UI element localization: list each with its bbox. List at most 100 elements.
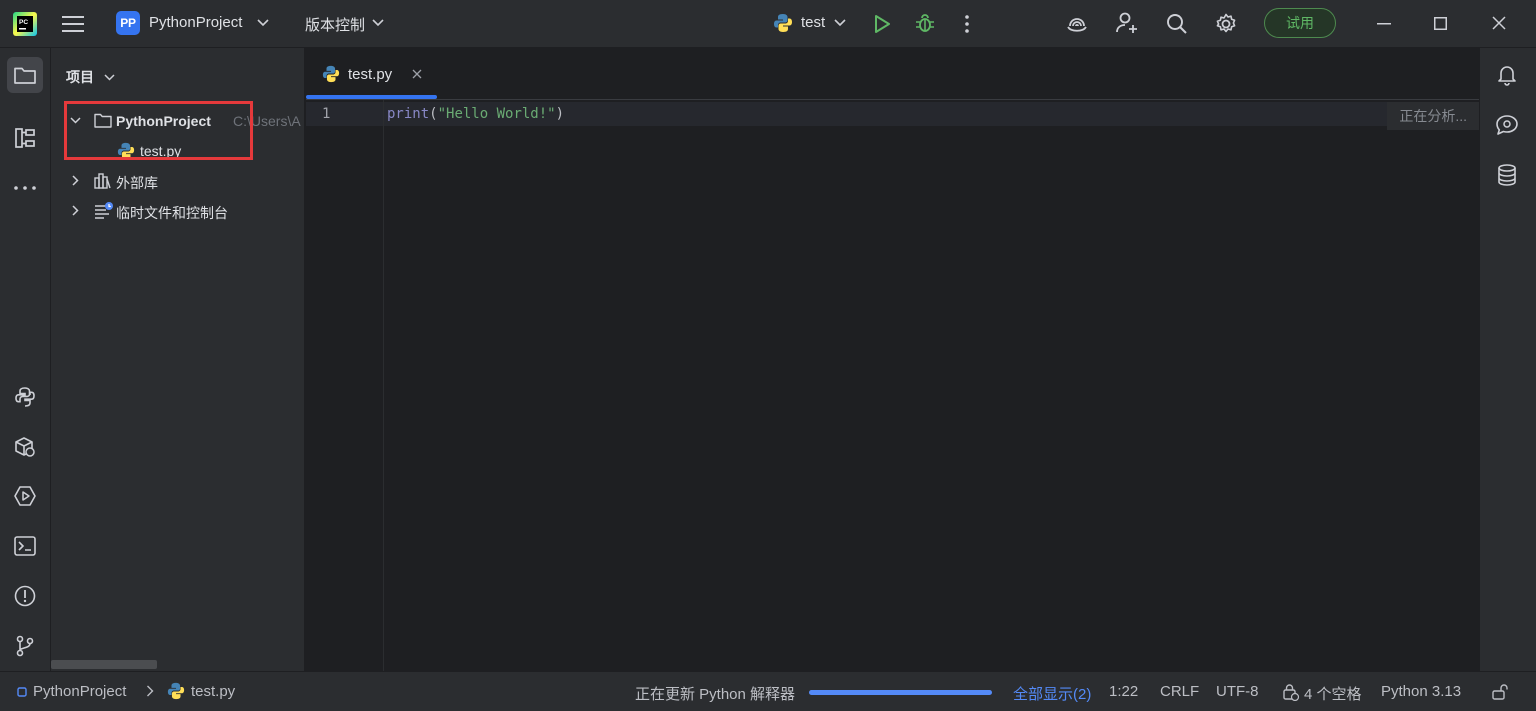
chevron-down-icon[interactable]: [70, 115, 81, 126]
python-console-tool-button[interactable]: [7, 379, 43, 415]
terminal-tool-button[interactable]: [7, 528, 43, 564]
project-switcher[interactable]: PythonProject: [149, 14, 242, 31]
python-file-icon: [322, 65, 340, 83]
structure-icon: [14, 127, 36, 149]
vcs-menu[interactable]: 版本控制: [305, 14, 365, 35]
tree-external-libs-label: 外部库: [116, 175, 158, 191]
status-bar: PythonProject test.py 正在更新 Python 解释器 全部…: [0, 671, 1536, 711]
scratches-icon: [94, 201, 114, 219]
line-number: 1: [322, 106, 331, 122]
python-console-icon: [14, 386, 36, 408]
python-interpreter[interactable]: Python 3.13: [1381, 683, 1461, 700]
breadcrumb-project[interactable]: PythonProject: [33, 683, 126, 700]
search-icon[interactable]: [1164, 11, 1190, 37]
python-file-icon: [117, 142, 135, 160]
more-vertical-icon[interactable]: [957, 12, 977, 36]
ai-chat-button[interactable]: [1491, 109, 1523, 141]
terminal-icon: [14, 536, 36, 556]
library-icon: [94, 173, 112, 189]
breadcrumb-file[interactable]: test.py: [191, 683, 235, 700]
code-line[interactable]: print("Hello World!"): [387, 106, 564, 122]
ai-chat-icon: [1495, 114, 1519, 136]
minimize-icon[interactable]: [1374, 14, 1394, 34]
run-icon[interactable]: [870, 12, 894, 36]
gear-icon[interactable]: [1213, 11, 1239, 37]
left-tool-strip: [0, 48, 51, 671]
horizontal-scrollbar[interactable]: [51, 660, 157, 669]
hamburger-menu-icon[interactable]: [60, 12, 86, 36]
services-tool-button[interactable]: [7, 478, 43, 514]
chevron-down-icon[interactable]: [371, 16, 385, 30]
problems-tool-button[interactable]: [7, 578, 43, 614]
code-open-paren: (: [429, 106, 438, 122]
close-window-icon[interactable]: [1489, 13, 1509, 33]
tree-root-path: C:\Users\A: [233, 113, 301, 129]
python-file-icon: [772, 12, 794, 34]
chevron-right-icon[interactable]: [70, 175, 81, 186]
folder-icon: [94, 113, 112, 128]
module-icon: [17, 687, 27, 697]
python-file-icon: [167, 682, 185, 700]
chevron-down-icon[interactable]: [256, 16, 270, 30]
svg-text:PC: PC: [19, 19, 28, 26]
tree-row-project-root[interactable]: PythonProject C:\Users\A: [51, 107, 304, 135]
editor-area: test.py 1 print("Hello World!") 正在分析...: [306, 48, 1479, 671]
packages-icon: [14, 436, 36, 458]
editor-tab-test-py[interactable]: test.py: [306, 48, 437, 100]
code-with-me-icon[interactable]: [1114, 10, 1140, 36]
editor-tab-label: test.py: [348, 66, 393, 83]
chevron-right-icon[interactable]: [70, 205, 81, 216]
tree-scratches-label: 临时文件和控制台: [116, 205, 228, 221]
debug-icon[interactable]: [913, 11, 937, 35]
chevron-down-icon[interactable]: [833, 16, 847, 30]
structure-tool-button[interactable]: [7, 120, 43, 156]
tree-row-external-libraries[interactable]: 外部库: [51, 167, 304, 195]
line-separator[interactable]: CRLF: [1160, 683, 1199, 700]
tree-row-scratches[interactable]: 临时文件和控制台: [51, 197, 304, 225]
bell-icon: [1497, 64, 1517, 86]
services-icon: [14, 485, 36, 507]
line-number-gutter[interactable]: [306, 100, 384, 671]
project-panel-header[interactable]: 项目: [66, 67, 115, 87]
title-bar: PC PP PythonProject 版本控制 test 试用: [0, 0, 1536, 48]
git-tool-button[interactable]: [7, 628, 43, 664]
folder-icon: [14, 66, 36, 84]
project-panel: 项目 PythonProject C:\Users\A test.py 外部库 …: [51, 48, 305, 671]
run-config-selector[interactable]: test: [801, 14, 825, 31]
indent-setting[interactable]: 4 个空格: [1304, 683, 1362, 704]
database-icon: [1497, 164, 1517, 186]
unlock-icon[interactable]: [1491, 683, 1509, 701]
code-function-name: print: [387, 106, 430, 122]
maximize-icon[interactable]: [1430, 13, 1450, 33]
progress-fill: [809, 690, 992, 695]
project-panel-title: 项目: [66, 69, 94, 85]
background-task-progress[interactable]: [809, 690, 992, 695]
code-close-paren: ): [555, 106, 565, 122]
tree-root-label: PythonProject: [116, 113, 211, 129]
tree-row-file[interactable]: test.py: [51, 137, 304, 165]
problems-icon: [14, 585, 36, 607]
python-packages-tool-button[interactable]: [7, 429, 43, 465]
chevron-down-icon: [104, 73, 115, 81]
ai-assistant-icon[interactable]: [1064, 11, 1090, 37]
trial-button[interactable]: 试用: [1264, 8, 1336, 38]
more-horizontal-icon: [14, 186, 36, 190]
code-string-literal: "Hello World!": [437, 106, 556, 122]
database-button[interactable]: [1491, 159, 1523, 191]
active-tab-indicator: [306, 95, 437, 99]
close-tab-icon[interactable]: [412, 69, 422, 79]
indent-lock-icon: [1282, 683, 1300, 701]
pycharm-logo-icon[interactable]: PC: [13, 12, 37, 36]
git-branch-icon: [15, 635, 35, 657]
project-badge[interactable]: PP: [116, 11, 140, 35]
notifications-button[interactable]: [1491, 59, 1523, 91]
caret-position[interactable]: 1:22: [1109, 683, 1138, 700]
editor-tab-bar: test.py: [306, 48, 1479, 100]
show-all-tasks-link[interactable]: 全部显示(2): [1013, 683, 1091, 704]
project-tool-button[interactable]: [7, 57, 43, 93]
file-encoding[interactable]: UTF-8: [1216, 683, 1259, 700]
tree-file-label: test.py: [140, 143, 182, 159]
background-task-label[interactable]: 正在更新 Python 解释器: [635, 683, 795, 704]
analysis-status: 正在分析...: [1387, 102, 1479, 130]
more-tools-button[interactable]: [7, 170, 43, 206]
